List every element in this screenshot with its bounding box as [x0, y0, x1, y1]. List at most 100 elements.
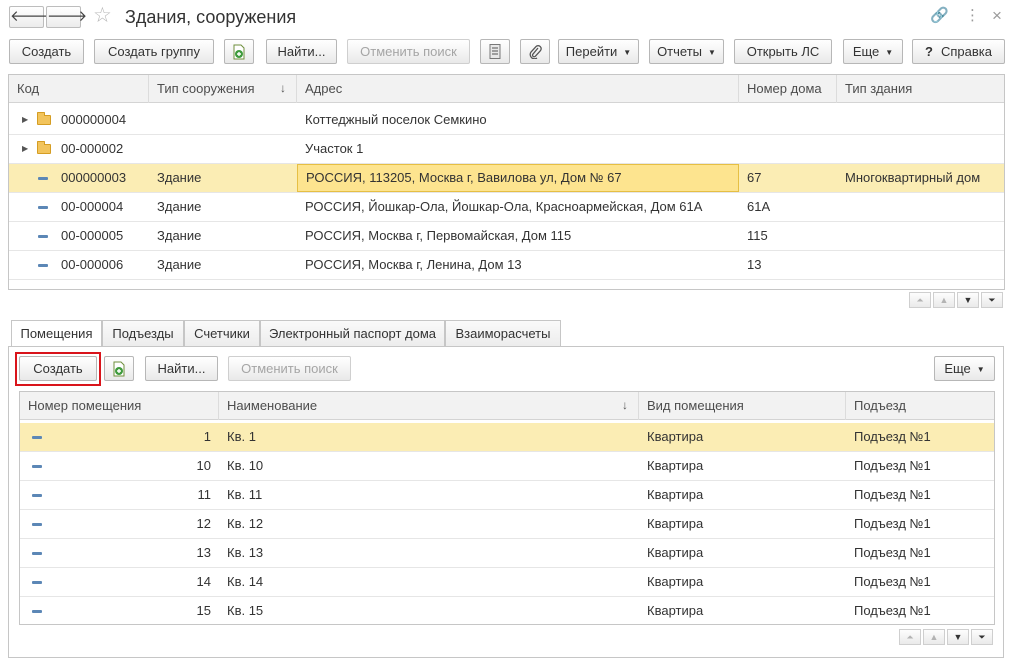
cell-address: РОССИЯ, Москва г, Ленина, Дом 13	[305, 257, 522, 272]
close-icon[interactable]: ×	[992, 6, 1002, 26]
scroll-bottom-button[interactable]: ⏷	[971, 629, 993, 645]
copy-button[interactable]	[224, 39, 254, 64]
table-row[interactable]: 11 Кв. 11 Квартира Подъезд №1	[20, 481, 994, 510]
column-header-house-number[interactable]: Номер дома	[739, 75, 837, 103]
cell-room-number: 14	[196, 574, 211, 589]
cell-name: Кв. 1	[227, 429, 256, 444]
scroll-top-button[interactable]: ⏶	[899, 629, 921, 645]
attach-button[interactable]	[520, 39, 550, 64]
item-icon	[38, 177, 48, 180]
table-row[interactable]: 13 Кв. 13 Квартира Подъезд №1	[20, 539, 994, 568]
table-row-selected[interactable]: 1 Кв. 1 Квартира Подъезд №1	[20, 423, 994, 452]
table-row[interactable]: 15 Кв. 15 Квартира Подъезд №1	[20, 597, 994, 626]
expand-arrow-icon[interactable]: ▶	[22, 115, 28, 124]
document-list-icon	[489, 44, 501, 59]
tab-rooms[interactable]: Помещения	[11, 320, 102, 348]
column-header-room-kind[interactable]: Вид помещения	[639, 392, 846, 420]
buildings-table: Код Тип сооружения ↓ Адрес Номер дома Тип…	[8, 74, 1005, 290]
table-row[interactable]: 00-000005 Здание РОССИЯ, Москва г, Перво…	[9, 222, 1004, 251]
rooms-more-menu-button[interactable]: Еще ▼	[934, 356, 995, 381]
cell-room-kind: Квартира	[647, 458, 704, 473]
cell-structure-type: Здание	[157, 170, 202, 185]
dropdown-arrow-icon: ▼	[885, 48, 894, 57]
paperclip-icon	[529, 45, 542, 60]
cell-entrance: Подъезд №1	[854, 545, 931, 560]
cell-entrance: Подъезд №1	[854, 603, 931, 618]
create-button[interactable]: Создать	[9, 39, 84, 64]
cell-room-kind: Квартира	[647, 516, 704, 531]
rooms-find-button[interactable]: Найти...	[145, 356, 218, 381]
cell-address: РОССИЯ, Йошкар-Ола, Йошкар-Ола, Красноар…	[305, 199, 703, 214]
find-button[interactable]: Найти...	[266, 39, 337, 64]
more-menu-button[interactable]: Еще ▼	[843, 39, 903, 64]
rooms-cancel-search-button[interactable]: Отменить поиск	[228, 356, 351, 381]
tab-settlements[interactable]: Взаиморасчеты	[445, 320, 561, 347]
link-icon[interactable]: 🔗	[930, 6, 949, 26]
folder-icon	[37, 141, 51, 154]
arrow-right-icon: 🡒	[47, 8, 88, 25]
table-row-selected[interactable]: 000000003 Здание РОССИЯ, 113205, Москва …	[9, 164, 1004, 193]
cell-code: 000000004	[61, 112, 127, 127]
expand-arrow-icon[interactable]: ▶	[22, 144, 28, 153]
cell-name: Кв. 14	[227, 574, 264, 589]
cell-house-number: 115	[747, 228, 768, 243]
cell-room-kind: Квартира	[647, 603, 704, 618]
table-row[interactable]: ▶ 00-000002 Участок 1	[9, 135, 1004, 164]
forward-button[interactable]: 🡒	[46, 6, 87, 28]
cell-entrance: Подъезд №1	[854, 458, 931, 473]
table-row[interactable]: 10 Кв. 10 Квартира Подъезд №1	[20, 452, 994, 481]
column-header-building-type[interactable]: Тип здания	[837, 75, 1004, 103]
table-row[interactable]: 00-000004 Здание РОССИЯ, Йошкар-Ола, Йош…	[9, 193, 1004, 222]
scroll-down-button[interactable]: ▼	[947, 629, 969, 645]
item-icon	[38, 206, 48, 209]
cancel-search-button[interactable]: Отменить поиск	[347, 39, 470, 64]
scroll-up-button[interactable]: ▲	[933, 292, 955, 308]
reports-label: Отчеты	[657, 44, 702, 59]
cell-house-number: 13	[747, 257, 762, 272]
scroll-up-button[interactable]: ▲	[923, 629, 945, 645]
rooms-copy-button[interactable]	[104, 356, 134, 381]
copy-add-icon	[113, 361, 125, 377]
create-group-button[interactable]: Создать группу	[94, 39, 214, 64]
dropdown-arrow-icon: ▼	[976, 365, 985, 374]
scroll-top-button[interactable]: ⏶	[909, 292, 931, 308]
page-title: Здания, сооружения	[125, 7, 297, 27]
tab-entrances[interactable]: Подъезды	[102, 320, 184, 347]
back-button[interactable]: 🡐	[9, 6, 50, 28]
more-vert-icon[interactable]: ⋮	[965, 6, 980, 26]
tab-electronic-passport[interactable]: Электронный паспорт дома	[260, 320, 445, 347]
cell-code: 00-000004	[61, 199, 124, 214]
table-header: Код Тип сооружения ↓ Адрес Номер дома Тип…	[9, 75, 1004, 103]
reports-menu-button[interactable]: Отчеты ▼	[649, 39, 724, 64]
cell-address[interactable]: РОССИЯ, 113205, Москва г, Вавилова ул, Д…	[297, 164, 739, 192]
column-header-code[interactable]: Код	[9, 75, 149, 103]
cell-name: Кв. 10	[227, 458, 264, 473]
column-header-structure-type[interactable]: Тип сооружения ↓	[149, 75, 297, 103]
help-button[interactable]: ? Справка	[912, 39, 1005, 64]
item-icon	[38, 235, 48, 238]
cell-code: 00-000006	[61, 257, 124, 272]
column-header-entrance[interactable]: Подъезд	[846, 392, 994, 420]
column-header-address[interactable]: Адрес	[297, 75, 739, 103]
go-menu-button[interactable]: Перейти ▼	[558, 39, 639, 64]
cell-entrance: Подъезд №1	[854, 429, 931, 444]
table-row[interactable]: 12 Кв. 12 Квартира Подъезд №1	[20, 510, 994, 539]
table-header: Номер помещения Наименование ↓ Вид помеще…	[20, 392, 994, 420]
table-row[interactable]: 14 Кв. 14 Квартира Подъезд №1	[20, 568, 994, 597]
open-ls-button[interactable]: Открыть ЛС	[734, 39, 832, 64]
cell-room-kind: Квартира	[647, 429, 704, 444]
cell-code: 00-000002	[61, 141, 124, 156]
table-row[interactable]: 00-000006 Здание РОССИЯ, Москва г, Ленин…	[9, 251, 1004, 280]
dropdown-arrow-icon: ▼	[623, 48, 632, 57]
cell-room-number: 11	[197, 487, 212, 502]
table-row[interactable]: ▶ 000000004 Коттеджный поселок Семкино	[9, 106, 1004, 135]
tab-meters[interactable]: Счетчики	[184, 320, 260, 347]
scroll-bottom-button[interactable]: ⏷	[981, 292, 1003, 308]
star-icon[interactable]: ☆	[93, 4, 112, 28]
column-header-room-number[interactable]: Номер помещения	[20, 392, 219, 420]
column-label: Тип сооружения	[157, 81, 255, 96]
cell-address: Коттеджный поселок Семкино	[305, 112, 487, 127]
column-header-name[interactable]: Наименование ↓	[219, 392, 639, 420]
scroll-down-button[interactable]: ▼	[957, 292, 979, 308]
list-view-button[interactable]	[480, 39, 510, 64]
